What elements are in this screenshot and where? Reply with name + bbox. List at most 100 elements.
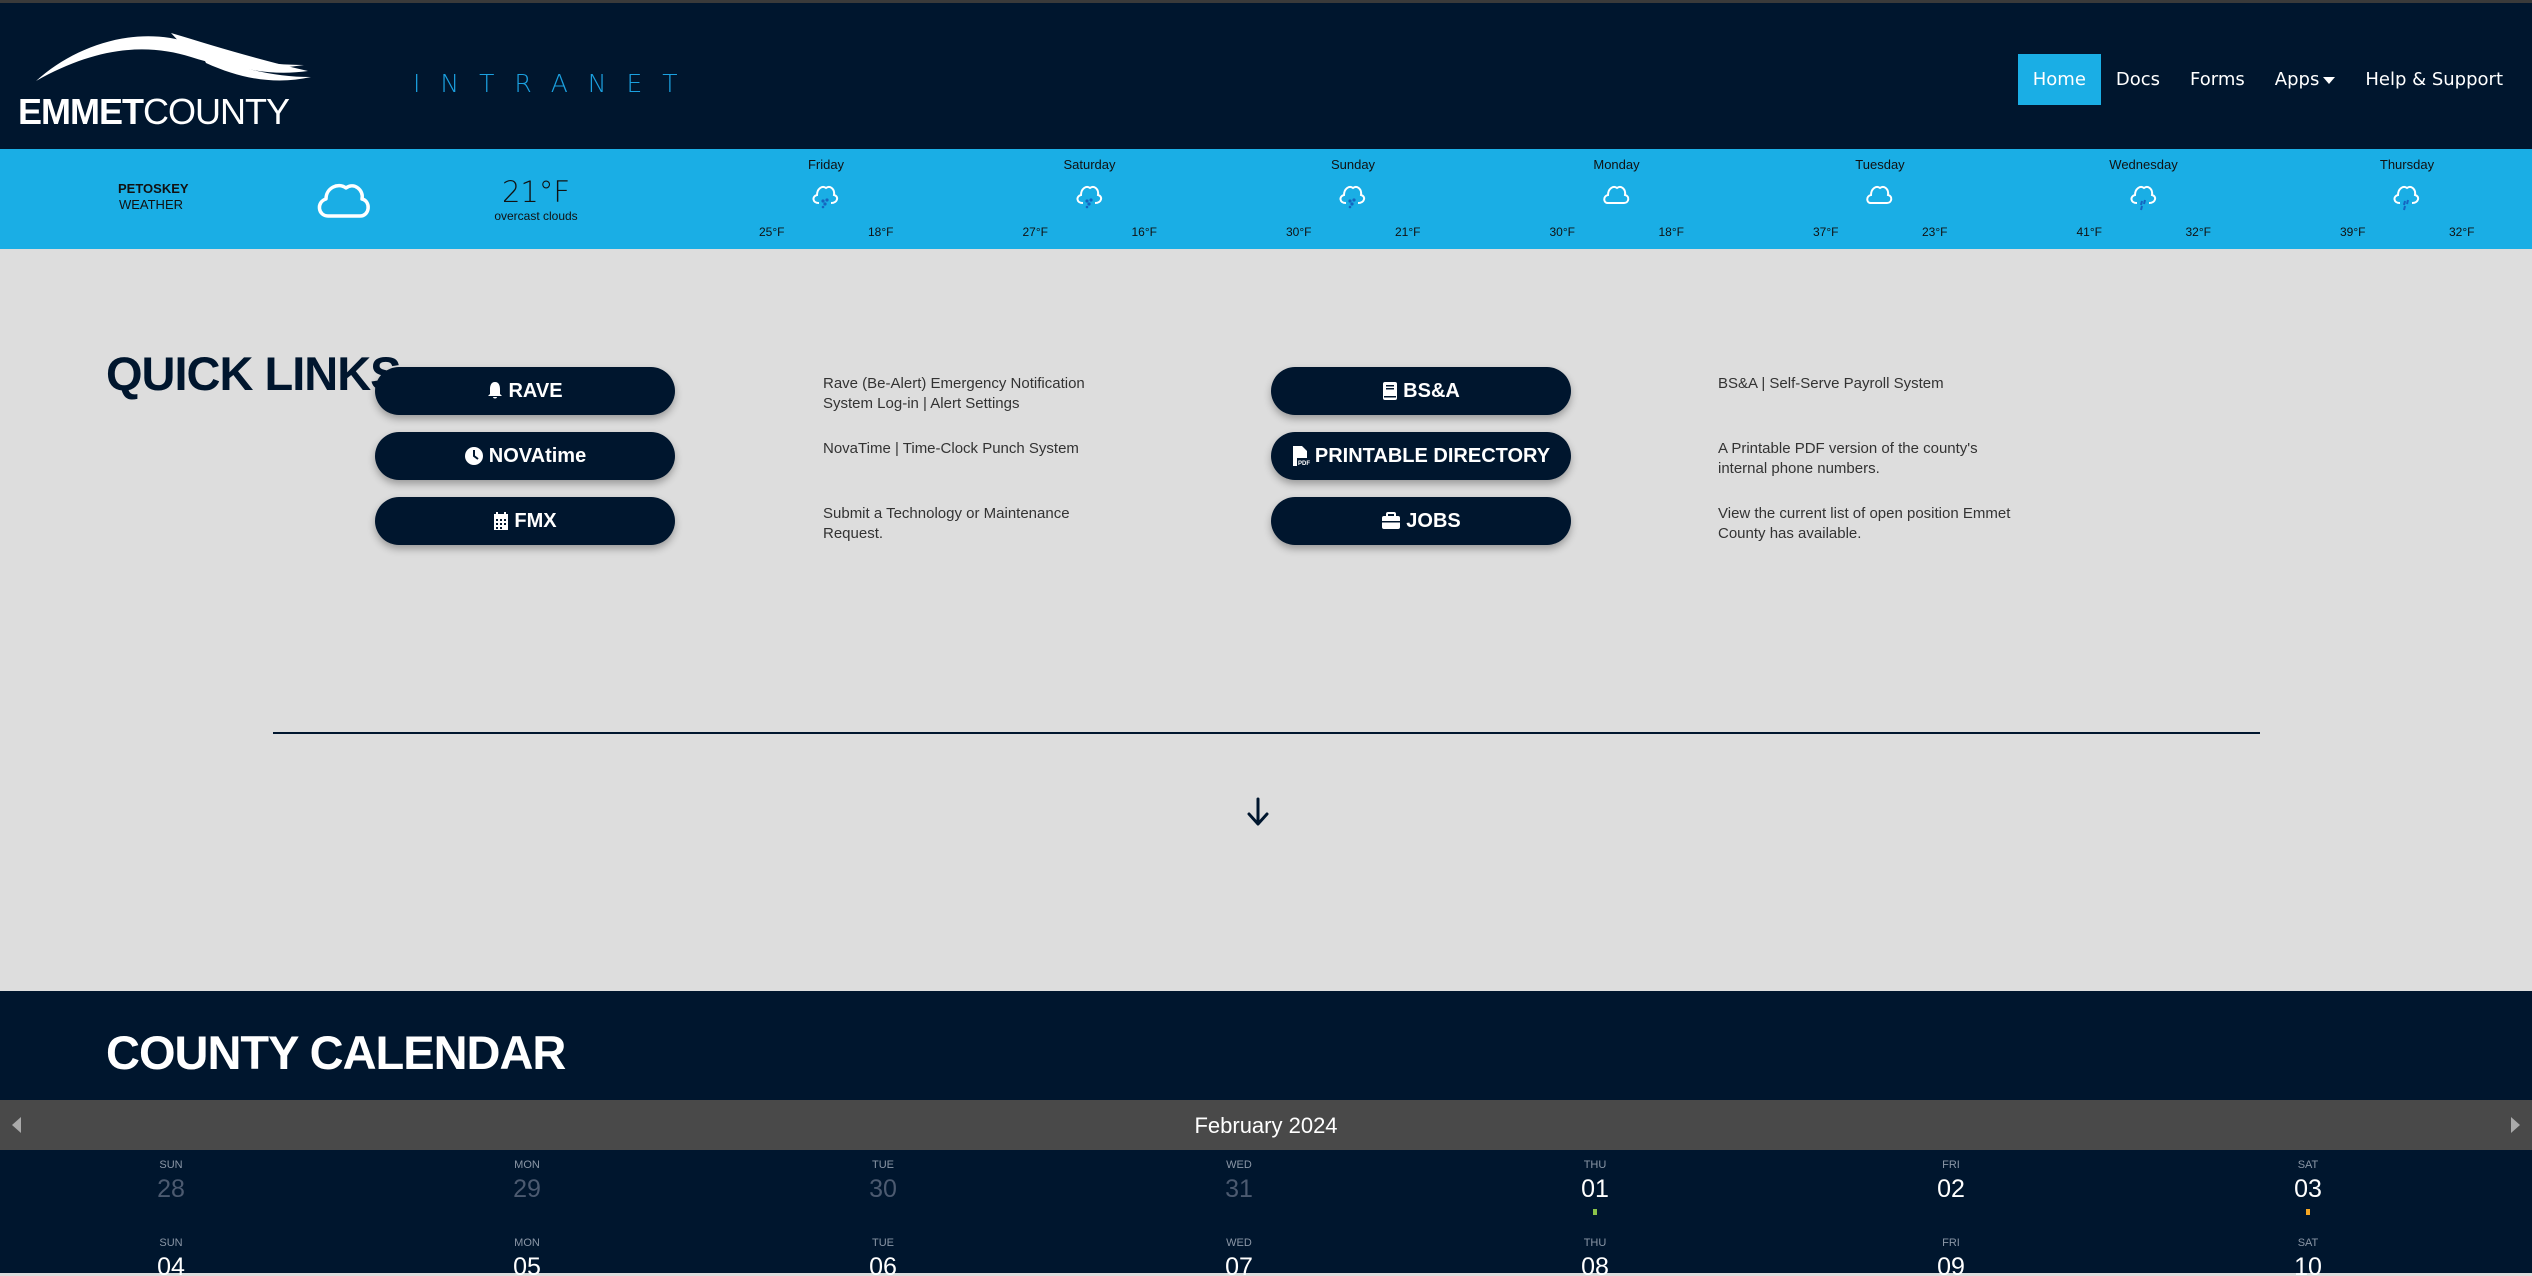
- jobs-button[interactable]: JOBS: [1271, 497, 1571, 545]
- weather-city: PETOSKEY: [118, 181, 189, 196]
- calendar-day[interactable]: FRI 09: [1891, 1237, 2011, 1276]
- quick-links-title: QUICK LINKS: [106, 347, 401, 400]
- forecast-high: 37°F: [1813, 225, 1839, 239]
- bell-icon: [488, 382, 503, 399]
- calendar-dow: SUN: [159, 1237, 183, 1249]
- main-nav: Home Docs Forms Apps Help & Support: [2017, 54, 2518, 105]
- forecast-day: Sunday 30°F 21°F: [1272, 157, 1536, 245]
- calendar-date: 08: [1581, 1253, 1609, 1276]
- calendar-day[interactable]: WED 07: [1179, 1237, 1299, 1276]
- calendar-day[interactable]: THU 01: [1535, 1159, 1655, 1215]
- current-weather: 21°F overcast clouds: [490, 175, 582, 223]
- forecast-day: Thursday 39°F 32°F: [2326, 157, 2532, 245]
- county-calendar-section: COUNTY CALENDAR February 2024 SUN 28 MON 29…: [0, 991, 2532, 1276]
- calendar-date: 10: [2294, 1253, 2322, 1276]
- rave-button[interactable]: RAVE: [375, 367, 675, 415]
- calendar-dow: THU: [1583, 1237, 1607, 1249]
- forecast-day-name: Monday: [1593, 157, 1640, 172]
- arrow-down-icon[interactable]: [1246, 797, 1270, 832]
- fmx-label: FMX: [514, 509, 557, 532]
- forecast-low: 18°F: [868, 225, 894, 239]
- calendar-day[interactable]: SAT 03: [2248, 1159, 2368, 1215]
- calendar-date: 31: [1225, 1175, 1253, 1203]
- calendar-dow: WED: [1226, 1237, 1252, 1249]
- calendar-dow: TUE: [872, 1159, 894, 1171]
- calendar-day[interactable]: MON 29: [467, 1159, 587, 1203]
- emmet-county-logo[interactable]: EMMETCOUNTY: [18, 25, 324, 132]
- calendar-dow: WED: [1226, 1159, 1252, 1171]
- rave-description: Rave (Be-Alert) Emergency Notification S…: [823, 375, 1085, 412]
- logo-text: EMMETCOUNTY: [18, 91, 290, 132]
- calendar-date: 30: [869, 1175, 897, 1203]
- jobs-label: JOBS: [1406, 509, 1461, 532]
- fmx-description: Submit a Technology or Maintenance Reque…: [823, 505, 1070, 542]
- event-indicator: [1593, 1209, 1597, 1215]
- calendar-day[interactable]: WED 31: [1179, 1159, 1299, 1203]
- novatime-label: NOVAtime: [488, 444, 587, 467]
- nav-docs[interactable]: Docs: [2101, 54, 2175, 105]
- calendar-month-label: February 2024: [1194, 1113, 1338, 1138]
- nav-apps-label: Apps: [2274, 69, 2320, 90]
- calendar-day[interactable]: FRI 02: [1891, 1159, 2011, 1203]
- forecast-day-name: Tuesday: [1855, 157, 1905, 172]
- caret-down-icon: [2323, 76, 2336, 84]
- calendar-icon: [494, 512, 509, 530]
- calendar-date: 09: [1937, 1253, 1965, 1276]
- calendar-date: 04: [157, 1253, 185, 1276]
- calendar-day[interactable]: SUN 04: [111, 1237, 231, 1276]
- nav-home[interactable]: Home: [2017, 54, 2101, 105]
- forecast-high: 41°F: [2076, 225, 2102, 239]
- snow-cloud-icon: [811, 183, 841, 216]
- weather-label: WEATHER: [118, 197, 184, 212]
- calendar-day[interactable]: THU 08: [1535, 1237, 1655, 1276]
- svg-text:PDF: PDF: [1298, 461, 1310, 467]
- calendar-day[interactable]: SUN 28: [111, 1159, 231, 1203]
- calendar-day[interactable]: TUE 30: [823, 1159, 943, 1203]
- weather-bar: PETOSKEY WEATHER 21°F overcast clouds Fr…: [0, 149, 2532, 249]
- bsa-button[interactable]: BS&A: [1271, 367, 1571, 415]
- calendar-date: 28: [157, 1175, 185, 1203]
- forecast-day-name: Wednesday: [2109, 157, 2178, 172]
- next-month-icon[interactable]: [2511, 1117, 2520, 1133]
- calendar-dow: SAT: [2297, 1237, 2319, 1249]
- forecast-low: 32°F: [2449, 225, 2475, 239]
- calendar-dow: SAT: [2297, 1159, 2319, 1171]
- calendar-day[interactable]: SAT 10: [2248, 1237, 2368, 1276]
- nav-help-support[interactable]: Help & Support: [2350, 54, 2518, 105]
- cloud-icon: [1865, 183, 1895, 216]
- briefcase-icon: [1382, 512, 1401, 529]
- rave-label: RAVE: [508, 379, 563, 402]
- intranet-label: INTRANET: [413, 69, 698, 98]
- printable-directory-button[interactable]: PDF PRINTABLE DIRECTORY: [1271, 432, 1571, 480]
- calendar-date: 05: [513, 1253, 541, 1276]
- calendar-day[interactable]: MON 05: [467, 1237, 587, 1276]
- snow-cloud-icon: [1338, 183, 1368, 216]
- current-desc: overcast clouds: [494, 209, 578, 223]
- forecast-high: 25°F: [759, 225, 785, 239]
- forecast-day: Tuesday 37°F 23°F: [1799, 157, 2063, 245]
- calendar-dow: TUE: [872, 1237, 894, 1249]
- forecast-day-name: Sunday: [1330, 157, 1376, 172]
- nav-apps[interactable]: Apps: [2260, 54, 2351, 105]
- current-temp: 21°F: [501, 175, 571, 209]
- fmx-button[interactable]: FMX: [375, 497, 675, 545]
- snow-cloud-icon: [1075, 183, 1105, 216]
- calendar-dow: FRI: [1942, 1237, 1960, 1249]
- calendar-dow: MON: [514, 1159, 540, 1171]
- novatime-description: NovaTime | Time-Clock Punch System: [823, 440, 1079, 457]
- calendar-day[interactable]: TUE 06: [823, 1237, 943, 1276]
- forecast-day: Friday 25°F 18°F: [745, 157, 1009, 245]
- forecast-low: 21°F: [1395, 225, 1421, 239]
- forecast-list: Friday 25°F 18°F Saturday 27°F 16°F Sunday 30°F…: [745, 157, 2532, 245]
- forecast-high: 30°F: [1286, 225, 1312, 239]
- forecast-low: 18°F: [1658, 225, 1684, 239]
- rain-cloud-icon: [2392, 183, 2422, 216]
- nav-forms[interactable]: Forms: [2175, 54, 2260, 105]
- clock-icon: [464, 447, 483, 465]
- forecast-day-name: Friday: [807, 157, 845, 172]
- quick-links-section: QUICK LINKS RAVE Rave (Be-Alert) Emergen…: [0, 249, 2532, 991]
- novatime-button[interactable]: NOVAtime: [375, 432, 675, 480]
- calendar-date: 29: [513, 1175, 541, 1203]
- forecast-high: 39°F: [2340, 225, 2366, 239]
- forecast-low: 23°F: [1922, 225, 1948, 239]
